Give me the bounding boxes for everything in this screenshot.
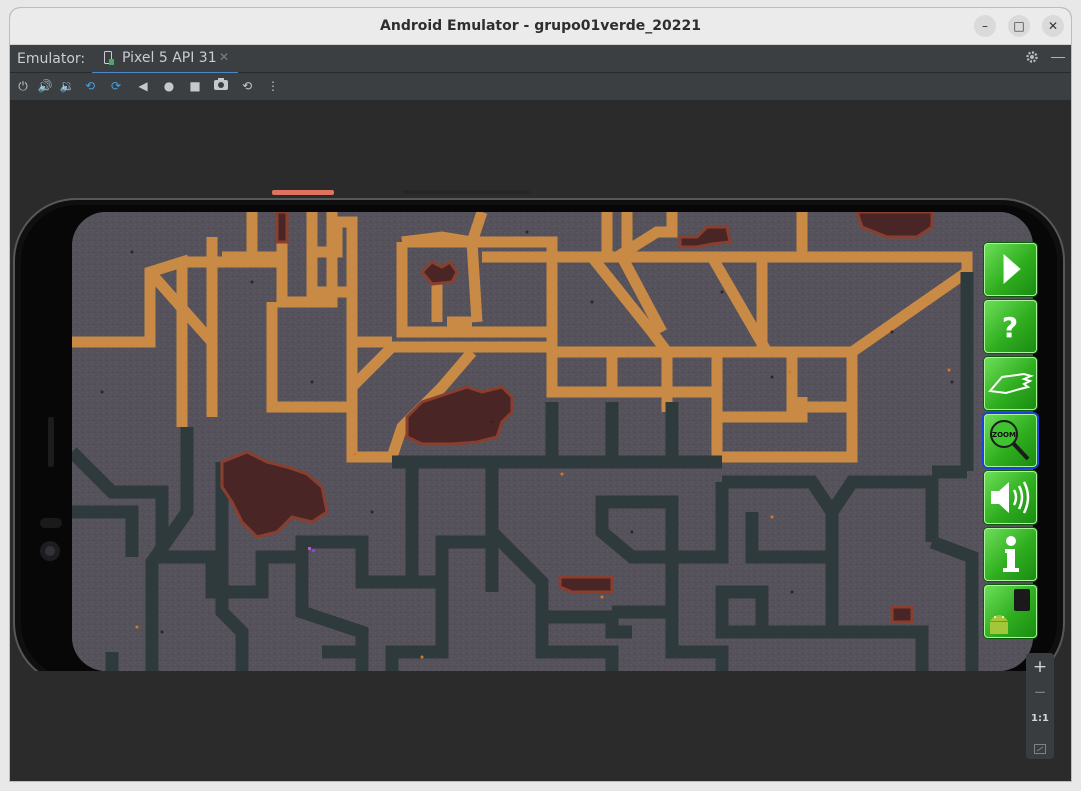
speaker-grille — [48, 417, 54, 467]
tab-close-icon[interactable]: ✕ — [219, 50, 229, 64]
volume-down-icon[interactable]: 🔉 — [59, 78, 75, 94]
minimize-window-button[interactable]: – — [974, 15, 996, 37]
game-sidebar: ? ZOOM — [984, 243, 1039, 643]
question-icon: ? — [1002, 311, 1018, 344]
gear-icon[interactable] — [1025, 50, 1039, 67]
more-icon[interactable]: ⋮ — [265, 78, 281, 94]
fit-screen-icon[interactable] — [1026, 739, 1054, 758]
info-icon — [1003, 536, 1019, 572]
rotate-left-icon[interactable]: ⟲ — [82, 78, 98, 94]
volume-up-icon[interactable]: 🔊 — [37, 78, 53, 94]
info-button[interactable] — [984, 528, 1037, 581]
speaker-icon — [991, 481, 1030, 514]
tab-label: Pixel 5 API 31 — [122, 50, 217, 66]
overview-icon[interactable]: ■ — [187, 78, 203, 94]
zoom-out-button[interactable]: − — [1026, 683, 1054, 701]
hand-icon — [988, 372, 1034, 395]
zoom-label: ZOOM — [992, 431, 1016, 439]
device-tab-bar: Emulator: Pixel 5 API 31 ✕ — — [10, 45, 1071, 74]
sensor — [40, 518, 62, 528]
camera-icon[interactable] — [213, 78, 229, 94]
emulator-toolbar: ⏻ 🔊 🔉 ⟲ ⟳ ◀ ● ■ ⟲ ⋮ — [10, 73, 1071, 101]
minus-icon[interactable]: — — [1051, 48, 1065, 64]
zoom-icon: ZOOM — [990, 420, 1030, 461]
home-icon[interactable]: ● — [161, 78, 177, 94]
play-icon — [1003, 253, 1021, 285]
volume-button-edge — [402, 190, 530, 194]
zoom-controls: + − 1:1 — [1026, 653, 1054, 759]
zoom-button[interactable]: ZOOM — [984, 414, 1037, 467]
sound-button[interactable] — [984, 471, 1037, 524]
help-button[interactable]: ? — [984, 300, 1037, 353]
android-icon — [990, 589, 1030, 634]
close-window-button[interactable]: ✕ — [1042, 15, 1064, 37]
svg-text:?: ? — [1002, 311, 1018, 344]
tab-pixel-5[interactable]: Pixel 5 API 31 ✕ — [92, 45, 238, 74]
zoom-one-to-one-button[interactable]: 1:1 — [1026, 713, 1054, 724]
play-button[interactable] — [984, 243, 1037, 296]
android-button[interactable] — [984, 585, 1037, 638]
device-icon — [104, 51, 114, 65]
title-bar: Android Emulator - grupo01verde_20221 – … — [10, 8, 1071, 45]
emulator-label: Emulator: — [17, 51, 86, 67]
maximize-window-button[interactable]: □ — [1008, 15, 1030, 37]
zoom-in-button[interactable]: + — [1026, 657, 1054, 677]
power-button-edge — [272, 190, 334, 195]
hand-button[interactable] — [984, 357, 1037, 410]
game-screen[interactable] — [72, 212, 1033, 671]
power-icon[interactable]: ⏻ — [15, 78, 31, 94]
back-icon[interactable]: ◀ — [135, 78, 151, 94]
rotate-right-icon[interactable]: ⟳ — [108, 78, 124, 94]
snapshot-icon[interactable]: ⟲ — [239, 78, 255, 94]
cave-map[interactable] — [72, 212, 1033, 671]
window-title: Android Emulator - grupo01verde_20221 — [380, 18, 701, 34]
